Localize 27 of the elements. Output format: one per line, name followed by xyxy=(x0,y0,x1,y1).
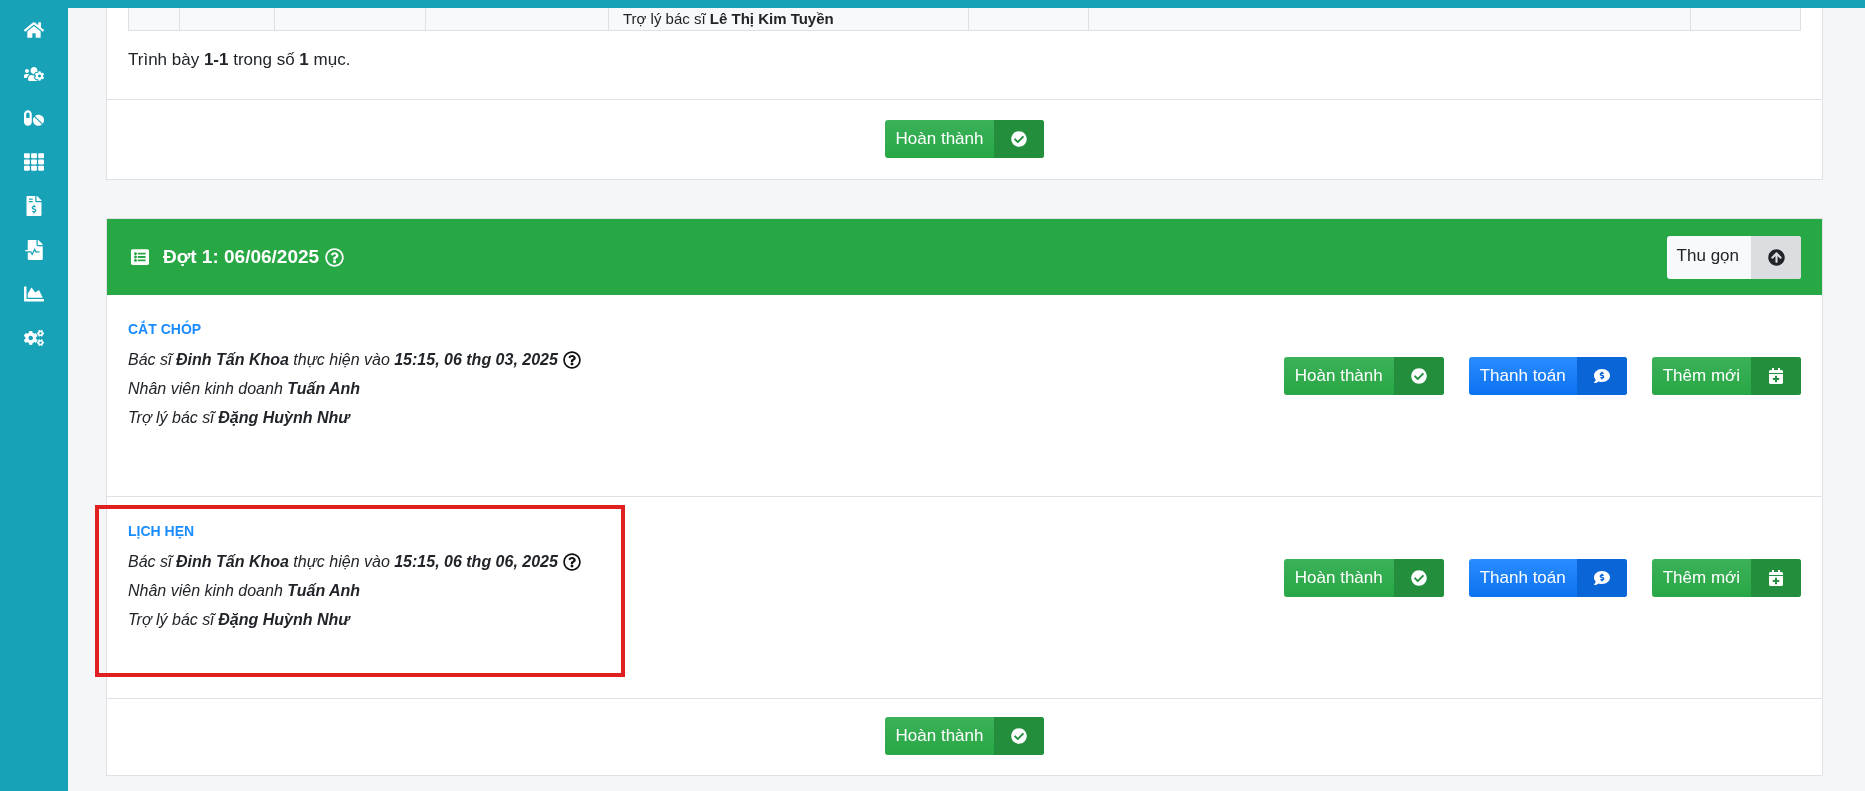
add-button[interactable]: Thêm mới xyxy=(1651,356,1801,395)
pagination-summary: Trình bày 1-1 trong số 1 mục. xyxy=(128,49,352,71)
collapse-button[interactable]: Thu gọn xyxy=(1666,235,1801,279)
procedure-detail: Bác sĩ Đinh Tấn Khoa thực hiện vào 15:15, 06 thg 03, 2025 xyxy=(128,350,558,369)
procedure-detail: Bác sĩ Đinh Tấn Khoa thực hiện vào 15:15, 06 thg 06, 2025 xyxy=(128,552,558,571)
procedure-detail: Trợ lý bác sĩ Đặng Huỳnh Như xyxy=(128,610,350,629)
dollar-speech-icon xyxy=(1593,367,1610,384)
help-icon[interactable] xyxy=(562,552,581,571)
procedure-name: CẮT CHÓP xyxy=(128,319,203,339)
procedure-name: LỊCH HẸN xyxy=(128,522,196,541)
list-icon xyxy=(131,248,149,266)
procedure-detail: Nhân viên kinh doanh Tuấn Anh xyxy=(128,379,361,398)
section-title: Đợt 1: 06/06/2025 xyxy=(163,246,320,268)
dollar-speech-icon xyxy=(1593,569,1610,586)
payment-button[interactable]: Thanh toán xyxy=(1468,558,1627,597)
procedure-detail: Trợ lý bác sĩ Đặng Huỳnh Như xyxy=(128,408,350,427)
procedure-detail: Nhân viên kinh doanh Tuấn Anh xyxy=(128,581,361,600)
table-cell: Trợ lý bác sĩ Lê Thị Kim Tuyền xyxy=(609,8,969,30)
calendar-plus-icon xyxy=(1768,367,1784,384)
add-button[interactable]: Thêm mới xyxy=(1651,558,1801,597)
complete-button[interactable]: Hoàn thành xyxy=(1283,356,1444,395)
complete-button[interactable]: Hoàn thành xyxy=(884,120,1045,158)
complete-button[interactable]: Hoàn thành xyxy=(1283,558,1444,597)
calendar-plus-icon xyxy=(1768,569,1784,586)
help-icon[interactable] xyxy=(562,350,581,369)
complete-button[interactable]: Hoàn thành xyxy=(884,717,1045,755)
payment-button[interactable]: Thanh toán xyxy=(1468,356,1627,395)
